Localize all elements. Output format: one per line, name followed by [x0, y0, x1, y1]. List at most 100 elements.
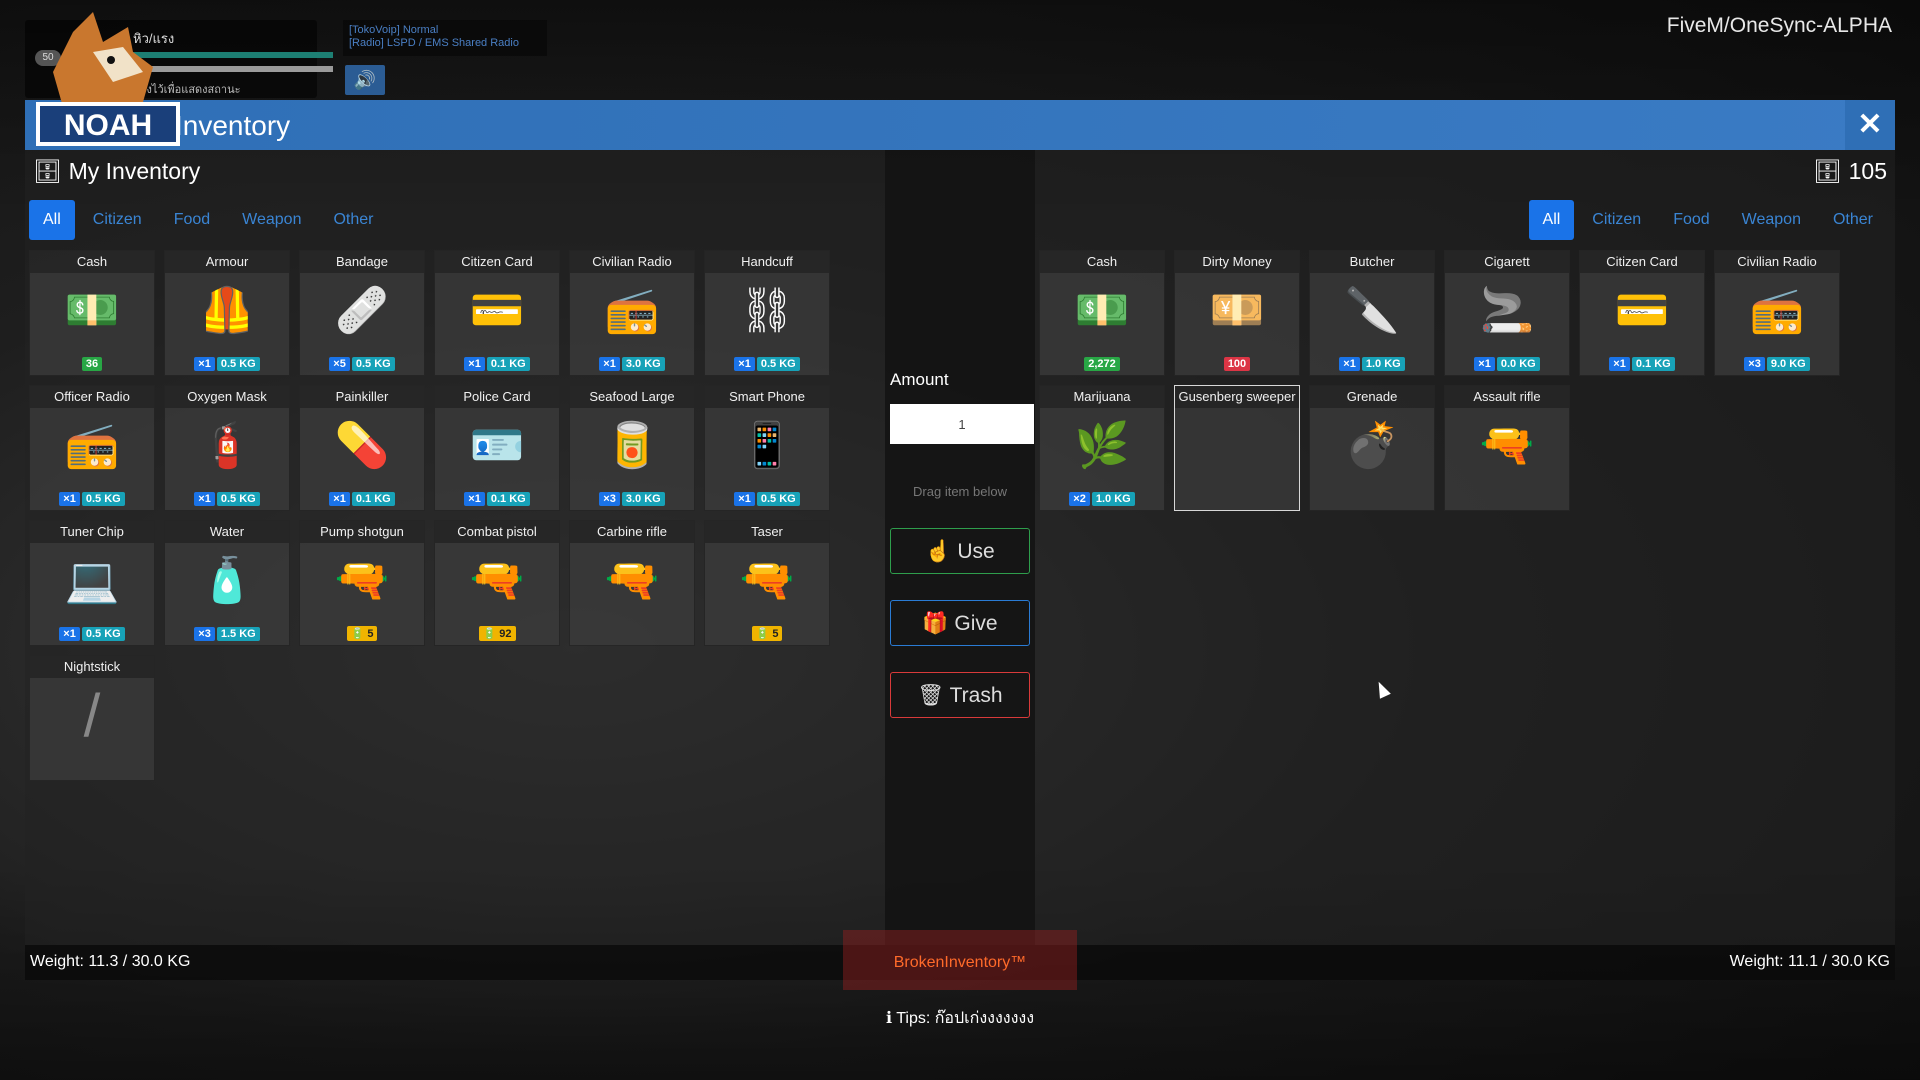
item-slot[interactable]: Dirty Money 💴 100: [1174, 250, 1300, 376]
item-slot[interactable]: Cash 💵 36: [29, 250, 155, 376]
item-slot[interactable]: Butcher 🔪 ×1 1.0 KG: [1309, 250, 1435, 376]
item-slot[interactable]: Tuner Chip 💻 ×1 0.5 KG: [29, 520, 155, 646]
item-name: Smart Phone: [705, 386, 829, 408]
item-slot[interactable]: Handcuff ⛓ ×1 0.5 KG: [704, 250, 830, 376]
handcuff-icon: ⛓: [739, 286, 795, 335]
cash-icon: 💵: [64, 286, 120, 335]
item-name: Tuner Chip: [30, 521, 154, 543]
nightstick-icon: /: [83, 682, 101, 749]
item-slot[interactable]: Citizen Card 💳 ×1 0.1 KG: [1579, 250, 1705, 376]
tab-citizen[interactable]: Citizen: [1578, 200, 1655, 240]
item-name: Oxygen Mask: [165, 386, 289, 408]
tab-weapon[interactable]: Weapon: [228, 200, 315, 240]
item-slot[interactable]: Gusenberg sweeper: [1174, 385, 1300, 511]
item-slot[interactable]: Grenade 💣: [1309, 385, 1435, 511]
item-badges: ×1 3.0 KG: [570, 357, 694, 371]
card-icon: 💳: [1614, 286, 1670, 335]
left-weight: Weight: 11.3 / 30.0 KG: [30, 953, 191, 970]
tab-all[interactable]: All: [1528, 200, 1575, 240]
item-name: Civilian Radio: [570, 251, 694, 273]
item-name: Armour: [165, 251, 289, 273]
amount-input[interactable]: [890, 404, 1034, 444]
right-tabs: All Citizen Food Weapon Other: [1528, 200, 1891, 240]
item-badges: 🔋 5: [705, 626, 829, 641]
item-slot[interactable]: Civilian Radio 📻 ×3 9.0 KG: [1714, 250, 1840, 376]
radio-icon: 📻: [1749, 286, 1805, 335]
noah-logo: NOAH: [36, 12, 180, 146]
use-button[interactable]: ☝ Use: [890, 528, 1030, 574]
weight-badge: 9.0 KG: [1766, 357, 1810, 371]
shotgun-icon: 🔫: [334, 556, 390, 605]
quantity-badge: ×1: [59, 492, 80, 506]
item-slot[interactable]: Marijuana 🌿 ×2 1.0 KG: [1039, 385, 1165, 511]
info-icon: ℹ: [885, 1010, 893, 1027]
item-name: Taser: [705, 521, 829, 543]
my-inventory-label: My Inventory: [68, 158, 201, 184]
item-slot[interactable]: Bandage 🩹 ×5 0.5 KG: [299, 250, 425, 376]
item-name: Bandage: [300, 251, 424, 273]
item-badges: 36: [30, 357, 154, 371]
item-badges: ×1 0.1 KG: [435, 357, 559, 371]
tab-food[interactable]: Food: [160, 200, 224, 240]
item-name: Water: [165, 521, 289, 543]
item-slot[interactable]: Carbine rifle 🔫: [569, 520, 695, 646]
pistol-icon: 🔫: [469, 556, 525, 605]
item-slot[interactable]: Water 🧴 ×3 1.5 KG: [164, 520, 290, 646]
item-slot[interactable]: Combat pistol 🔫 🔋 92: [434, 520, 560, 646]
item-badges: ×1 0.0 KG: [1445, 357, 1569, 371]
quantity-badge: ×1: [1339, 357, 1360, 371]
item-name: Civilian Radio: [1715, 251, 1839, 273]
box-icon: 🗄: [33, 158, 63, 184]
weight-badge: 0.1 KG: [486, 492, 530, 506]
tab-all[interactable]: All: [29, 200, 75, 240]
tab-weapon[interactable]: Weapon: [1728, 200, 1815, 240]
left-item-grid: Cash 💵 36 Armour 🦺 ×1 0.5 KG Bandage 🩹 ×5 0.5 KG Ci…: [29, 250, 830, 781]
item-badges: 🔋 5: [300, 626, 424, 641]
quantity-badge: ×3: [194, 627, 215, 641]
tab-other[interactable]: Other: [1819, 200, 1887, 240]
tab-food[interactable]: Food: [1659, 200, 1723, 240]
item-slot[interactable]: Oxygen Mask 🧯 ×1 0.5 KG: [164, 385, 290, 511]
item-slot[interactable]: Seafood Large 🥫 ×3 3.0 KG: [569, 385, 695, 511]
item-slot[interactable]: Assault rifle 🔫: [1444, 385, 1570, 511]
item-badges: 2,272: [1040, 357, 1164, 371]
quantity-badge: ×1: [599, 357, 620, 371]
ammo-badge: 🔋 5: [751, 626, 783, 641]
close-button[interactable]: ✕: [1845, 100, 1895, 150]
item-slot[interactable]: Taser 🔫 🔋 5: [704, 520, 830, 646]
item-slot[interactable]: Pump shotgun 🔫 🔋 5: [299, 520, 425, 646]
quantity-badge: ×1: [194, 357, 215, 371]
card-icon: 💳: [469, 286, 525, 335]
item-slot[interactable]: Cigarett 🚬 ×1 0.0 KG: [1444, 250, 1570, 376]
logo-text: NOAH: [64, 109, 152, 142]
tab-other[interactable]: Other: [319, 200, 387, 240]
item-slot[interactable]: Painkiller 💊 ×1 0.1 KG: [299, 385, 425, 511]
drag-hint: Drag item below: [913, 484, 1007, 499]
title-bar: NOAH Inventory ✕: [25, 12, 1895, 150]
item-name: Seafood Large: [570, 386, 694, 408]
item-name: Gusenberg sweeper: [1175, 386, 1299, 408]
item-slot[interactable]: Officer Radio 📻 ×1 0.5 KG: [29, 385, 155, 511]
item-slot[interactable]: Citizen Card 💳 ×1 0.1 KG: [434, 250, 560, 376]
item-name: Carbine rifle: [570, 521, 694, 543]
left-tabs: All Citizen Food Weapon Other: [29, 200, 391, 240]
give-button[interactable]: 🎁 Give: [890, 600, 1030, 646]
voip-radio-info: [TokoVoip] Normal [Radio] LSPD / EMS Sha…: [343, 20, 547, 56]
tab-citizen[interactable]: Citizen: [79, 200, 156, 240]
weight-badge: 0.5 KG: [351, 357, 395, 371]
item-slot[interactable]: Armour 🦺 ×1 0.5 KG: [164, 250, 290, 376]
weight-badge: 1.0 KG: [1361, 357, 1405, 371]
trash-label: Trash: [949, 684, 1003, 707]
item-slot[interactable]: Police Card 🪪 ×1 0.1 KG: [434, 385, 560, 511]
trash-button[interactable]: 🗑 Trash: [890, 672, 1030, 718]
my-inventory-pane: 🗄 My Inventory All Citizen Food Weapon Other…: [25, 150, 885, 945]
voip-mode: [TokoVoip] Normal: [349, 24, 439, 36]
item-name: Cash: [30, 251, 154, 273]
item-slot[interactable]: Smart Phone 📱 ×1 0.5 KG: [704, 385, 830, 511]
taser-icon: 🔫: [739, 556, 795, 605]
item-slot[interactable]: Nightstick /: [29, 655, 155, 781]
item-slot[interactable]: Civilian Radio 📻 ×1 3.0 KG: [569, 250, 695, 376]
quantity-badge: ×1: [194, 492, 215, 506]
item-slot[interactable]: Cash 💵 2,272: [1039, 250, 1165, 376]
water-icon: 🧴: [199, 556, 255, 605]
